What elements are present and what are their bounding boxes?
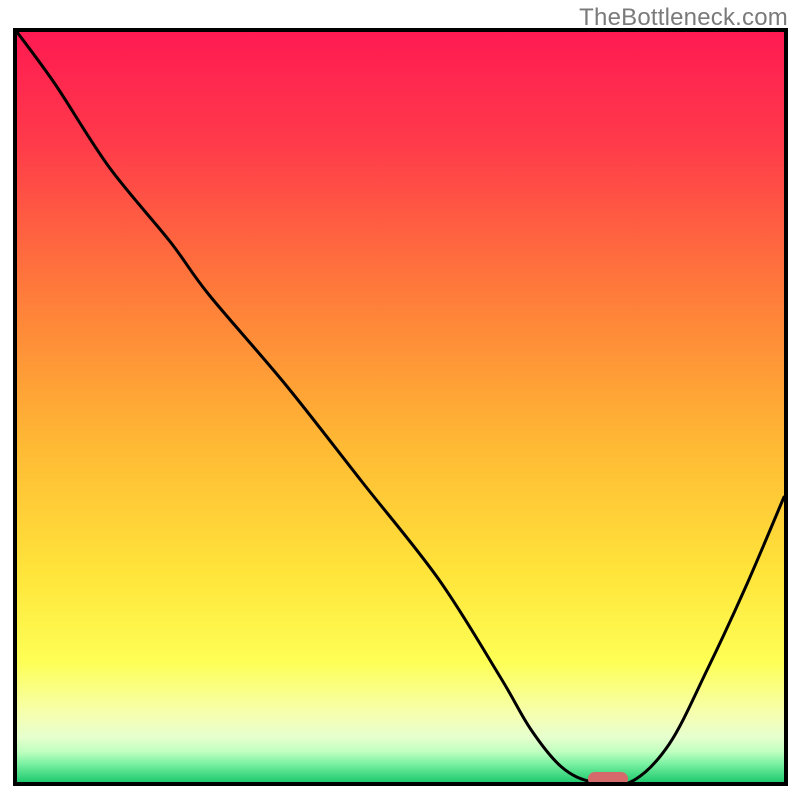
plot-area (13, 28, 788, 786)
chart-container: TheBottleneck.com (0, 0, 800, 800)
optimal-marker (588, 772, 628, 786)
background-gradient (17, 32, 784, 782)
